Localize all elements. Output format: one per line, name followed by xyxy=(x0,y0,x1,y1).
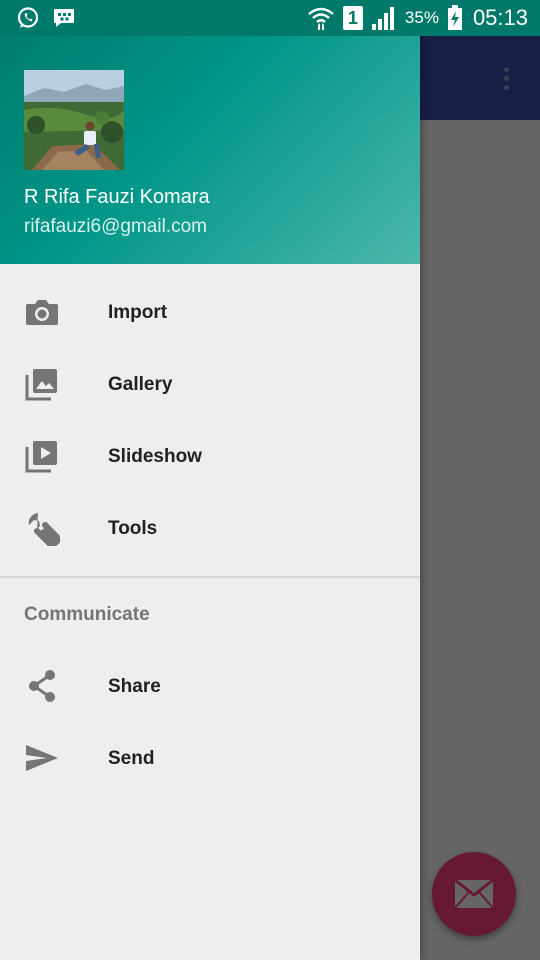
divider xyxy=(0,576,420,578)
drawer-menu-communicate: Share Send xyxy=(0,650,420,794)
nav-item-share[interactable]: Share xyxy=(0,650,420,722)
wrench-icon xyxy=(24,510,60,546)
signal-icon xyxy=(371,6,397,30)
nav-item-label: Slideshow xyxy=(108,446,202,467)
send-icon xyxy=(24,740,60,776)
nav-item-send[interactable]: Send xyxy=(0,722,420,794)
battery-charging-icon xyxy=(447,5,463,31)
navigation-drawer: R Rifa Fauzi Komara rifafauzi6@gmail.com… xyxy=(0,0,420,960)
wifi-icon xyxy=(307,5,335,31)
bbm-icon xyxy=(52,7,76,29)
drawer-menu: Import Gallery Slideshow Tools xyxy=(0,276,420,564)
gallery-icon xyxy=(24,366,60,402)
battery-percent: 35% xyxy=(404,8,439,27)
nav-item-label: Send xyxy=(108,748,155,769)
slideshow-icon xyxy=(24,438,60,474)
user-email: rifafauzi6@gmail.com xyxy=(24,216,207,237)
nav-item-import[interactable]: Import xyxy=(0,276,420,348)
nav-item-tools[interactable]: Tools xyxy=(0,492,420,564)
nav-item-label: Tools xyxy=(108,518,158,539)
nav-item-label: Gallery xyxy=(108,374,173,395)
nav-item-slideshow[interactable]: Slideshow xyxy=(0,420,420,492)
clock: 05:13 xyxy=(472,5,528,30)
drawer-header: R Rifa Fauzi Komara rifafauzi6@gmail.com xyxy=(0,0,420,264)
nav-item-label: Share xyxy=(108,676,161,697)
camera-icon xyxy=(24,294,60,330)
section-header-communicate: Communicate xyxy=(24,604,150,625)
nav-item-gallery[interactable]: Gallery xyxy=(0,348,420,420)
nav-item-label: Import xyxy=(108,302,168,323)
whatsapp-icon xyxy=(16,6,40,30)
sim-icon: 1 xyxy=(342,6,363,30)
status-bar: 1 35% 05:13 xyxy=(0,0,540,36)
user-name: R Rifa Fauzi Komara xyxy=(24,186,210,208)
share-icon xyxy=(24,668,60,704)
avatar[interactable] xyxy=(24,70,124,170)
